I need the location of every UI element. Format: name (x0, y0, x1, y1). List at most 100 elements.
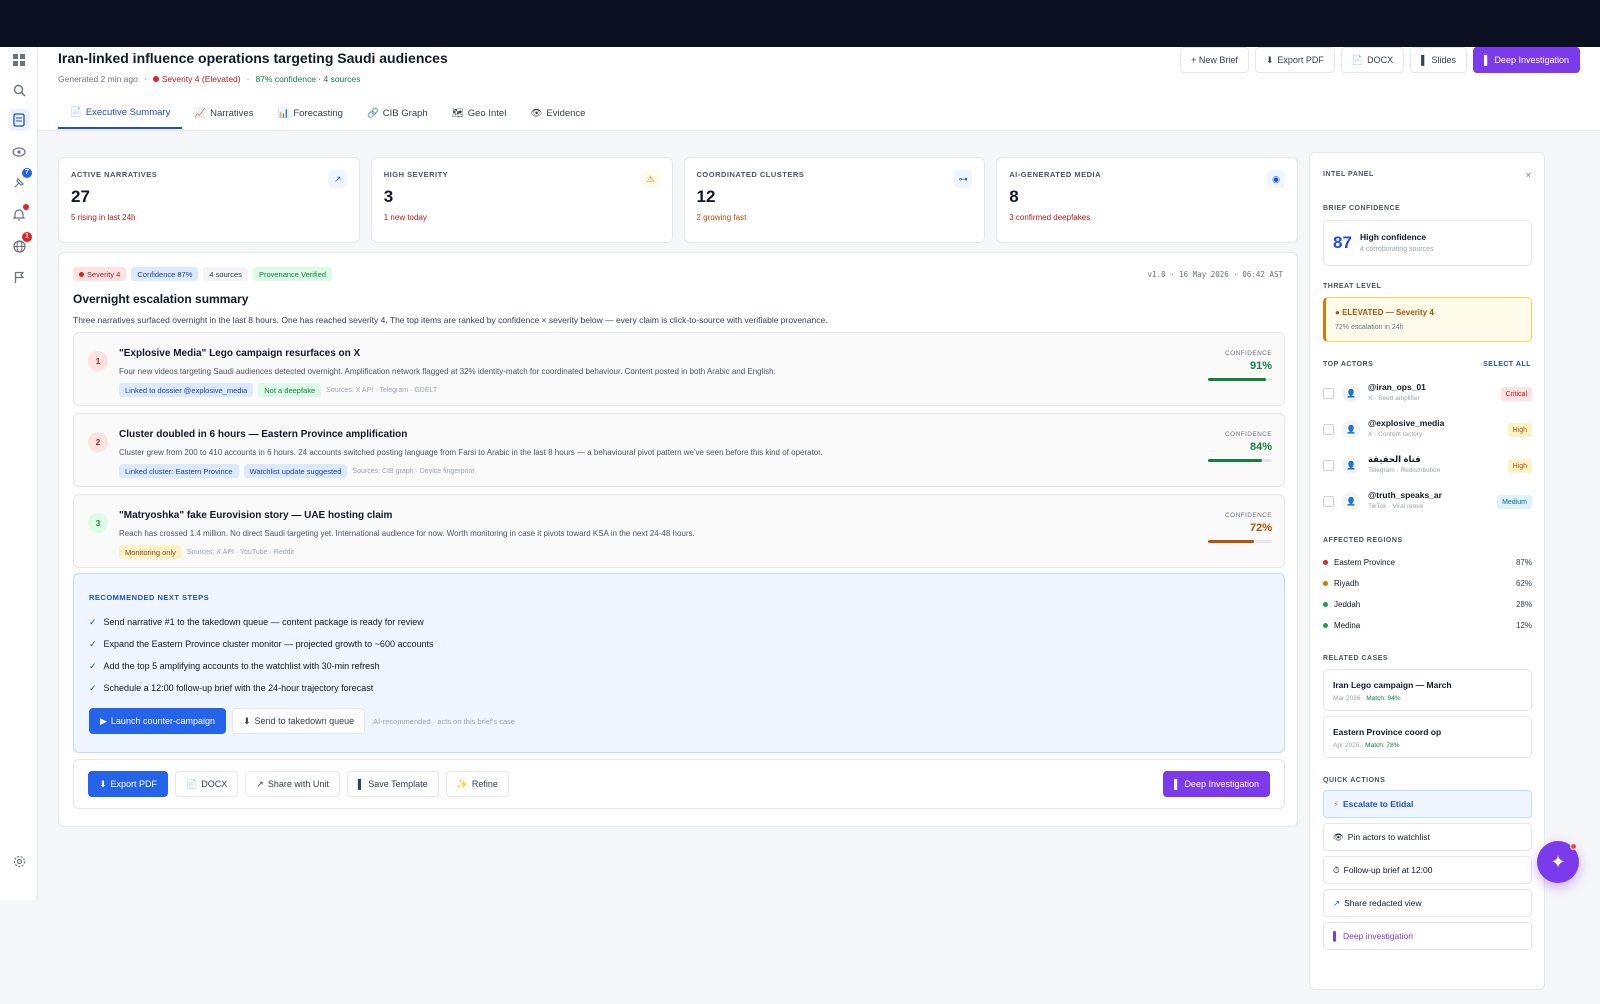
severity-chip: Severity 4 (73, 267, 127, 281)
tab-forecasting[interactable]: 📊 Forecasting (265, 97, 354, 129)
deep-investigation-action[interactable]: ▌ Deep investigation (1323, 922, 1532, 950)
cluster-link[interactable]: Linked cluster: Eastern Province (119, 464, 239, 478)
eye-icon[interactable] (8, 141, 30, 163)
narrative-item[interactable]: 3 "Matryoshka" fake Eurovision story — U… (73, 494, 1285, 568)
region-name: Eastern Province (1334, 557, 1395, 567)
rec-actions: ▶ Launch counter-campaign ⬇ Send to takedo… (89, 708, 515, 734)
globe-icon[interactable]: 1 (8, 232, 32, 257)
generated-time: Generated 2 min ago (58, 74, 138, 84)
slides-button[interactable]: ▌ Slides (1410, 47, 1468, 73)
brief-meta: Generated 2 min ago · Severity 4 (Elevat… (58, 74, 361, 84)
bell-icon[interactable] (8, 203, 30, 225)
tab-cib-graph[interactable]: 🔗 CIB Graph (355, 97, 440, 129)
narrative-item[interactable]: 1 "Explosive Media" Lego campaign resurf… (73, 332, 1285, 406)
new-brief-button[interactable]: + New Brief (1180, 47, 1249, 73)
eye-icon: 👁 (530, 107, 543, 119)
pin-icon[interactable]: 7 (8, 168, 32, 193)
file-icon: 📄 (186, 778, 198, 789)
send-to-takedown-button[interactable]: ⬇ Send to takedown queue (232, 708, 366, 734)
kpi-card[interactable]: AI-Generated Media 8 3 confirmed deepfak… (996, 157, 1298, 243)
document-icon[interactable] (8, 109, 30, 131)
actor-row[interactable]: 👤 قناة الحقيقة Telegram · Redistribution… (1323, 451, 1532, 483)
tab-label: Evidence (546, 107, 586, 119)
intel-panel: INTEL PANEL × BRIEF CONFIDENCE 87 High c… (1309, 152, 1545, 990)
actor-row[interactable]: 👤 @explosive_media X · Content factory H… (1323, 415, 1532, 447)
warning-icon: ⚠ (641, 170, 660, 188)
dossier-link[interactable]: Linked to dossier @explosive_media (119, 383, 254, 397)
kpi-card[interactable]: Active Narratives 27 5 rising in last 24… (58, 157, 360, 243)
share-with-unit-button[interactable]: ↗ Share with Unit (245, 771, 340, 797)
clock-icon: ⏱ (1333, 864, 1340, 875)
escalate-action[interactable]: ⚡ Escalate to Etidal (1323, 790, 1532, 818)
settings-icon[interactable] (8, 850, 30, 872)
confidence-box: 87 High confidence 4 corroborating sourc… (1323, 220, 1532, 266)
apps-grid-icon[interactable] (8, 49, 30, 71)
follow-up-action[interactable]: ⏱ Follow-up brief at 12:00 (1323, 856, 1532, 884)
actor-checkbox[interactable] (1323, 424, 1334, 435)
deep-investigation-button[interactable]: ▌ Deep Investigation (1473, 47, 1580, 73)
flag-icon[interactable] (8, 266, 30, 288)
share-redacted-action[interactable]: ↗ Share redacted view (1323, 889, 1532, 917)
sources-text: Sources: X API · Telegram · GDELT (326, 386, 438, 394)
regions-section-label: AFFECTED REGIONS (1323, 537, 1403, 544)
share-icon: ↗ (1333, 897, 1341, 908)
actor-checkbox[interactable] (1323, 496, 1334, 507)
kpi-card[interactable]: Coordinated Clusters 12 2 growing fast ⊶ (683, 157, 986, 243)
kpi-value: 12 (696, 187, 716, 206)
kpi-card[interactable]: High Severity 3 1 new today ⚠ (370, 157, 673, 243)
docx-button[interactable]: 📄 DOCX (1340, 47, 1405, 73)
export-pdf-button[interactable]: ⬇ Export PDF (1254, 47, 1335, 73)
user-icon: 👤 (1342, 384, 1360, 402)
investigation-icon: ▌ (1174, 779, 1181, 789)
docx-button[interactable]: 📄 DOCX (175, 771, 239, 797)
lightning-icon: ⚡ (1333, 798, 1339, 809)
search-icon[interactable] (8, 79, 30, 101)
confidence-score: 87 (1333, 233, 1352, 252)
actor-checkbox[interactable] (1323, 460, 1334, 471)
refine-label: Refine (471, 779, 498, 789)
threat-title-text: ELEVATED — Severity 4 (1342, 308, 1434, 317)
deep-investigation-button[interactable]: ▌ Deep Investigation (1163, 771, 1270, 797)
page-title: Iran-linked influence operations targeti… (58, 50, 448, 66)
case-card[interactable]: Eastern Province coord op Apr 2026 · Mat… (1323, 716, 1532, 758)
tab-narratives[interactable]: 📈 Narratives (182, 97, 265, 129)
case-card[interactable]: Iran Lego campaign — March Mar 2026 · Ma… (1323, 669, 1532, 711)
select-all-link[interactable]: SELECT ALL (1483, 361, 1531, 368)
actor-checkbox[interactable] (1323, 388, 1334, 399)
kpi-label: Coordinated Clusters (696, 170, 805, 179)
confidence-sub: 4 corroborating sources (1360, 246, 1434, 253)
export-pdf-label: Export PDF (1277, 55, 1324, 65)
cases-section-label: RELATED CASES (1323, 655, 1389, 662)
assistant-fab[interactable]: ✦ (1537, 841, 1579, 883)
case-title: Eastern Province coord op (1333, 727, 1442, 737)
tab-evidence[interactable]: 👁 Evidence (518, 97, 597, 129)
pin-badge: 7 (22, 168, 32, 178)
rank-number: 1 (88, 351, 108, 371)
launch-counter-campaign-button[interactable]: ▶ Launch counter-campaign (89, 708, 226, 734)
threat-box: ● ELEVATED — Severity 4 72% escalation i… (1323, 297, 1532, 342)
save-template-button[interactable]: ▌ Save Template (346, 771, 439, 797)
slides-label: Slides (1431, 55, 1457, 65)
export-pdf-button[interactable]: ⬇ Export PDF (88, 771, 169, 797)
refine-button[interactable]: ✨ Refine (445, 771, 509, 797)
region-row: Jeddah 28% (1323, 597, 1532, 611)
pin-actors-action[interactable]: 👁 Pin actors to watchlist (1323, 823, 1532, 851)
page-header: Iran-linked influence operations targeti… (38, 47, 1600, 131)
case-match: Match: 78% (1365, 742, 1400, 749)
share-label: Share with Unit (267, 779, 329, 789)
tab-label: Forecasting (293, 107, 343, 119)
narrative-item[interactable]: 2 Cluster doubled in 6 hours — Eastern P… (73, 413, 1285, 487)
action-label: Pin actors to watchlist (1347, 832, 1430, 842)
tab-geo-intel[interactable]: 🗺 Geo Intel (440, 97, 519, 129)
watchlist-tag[interactable]: Watchlist update suggested (243, 464, 348, 478)
tab-executive-summary[interactable]: 📄 Executive Summary (58, 97, 183, 129)
region-row: Riyadh 62% (1323, 576, 1532, 590)
actor-row[interactable]: 👤 @iran_ops_01 X · Seed amplifier Critic… (1323, 379, 1532, 411)
provenance-chip: Provenance Verified (252, 267, 333, 281)
actor-name: @explosive_media (1368, 418, 1445, 428)
actor-row[interactable]: 👤 @truth_speaks_ar TikTok · Viral remix … (1323, 487, 1532, 519)
step-item: ✓ Add the top 5 amplifying accounts to th… (89, 661, 380, 672)
close-icon[interactable]: × (1526, 170, 1531, 180)
case-title: Iran Lego campaign — March (1333, 680, 1452, 690)
confidence-value: 91% (1249, 360, 1272, 372)
